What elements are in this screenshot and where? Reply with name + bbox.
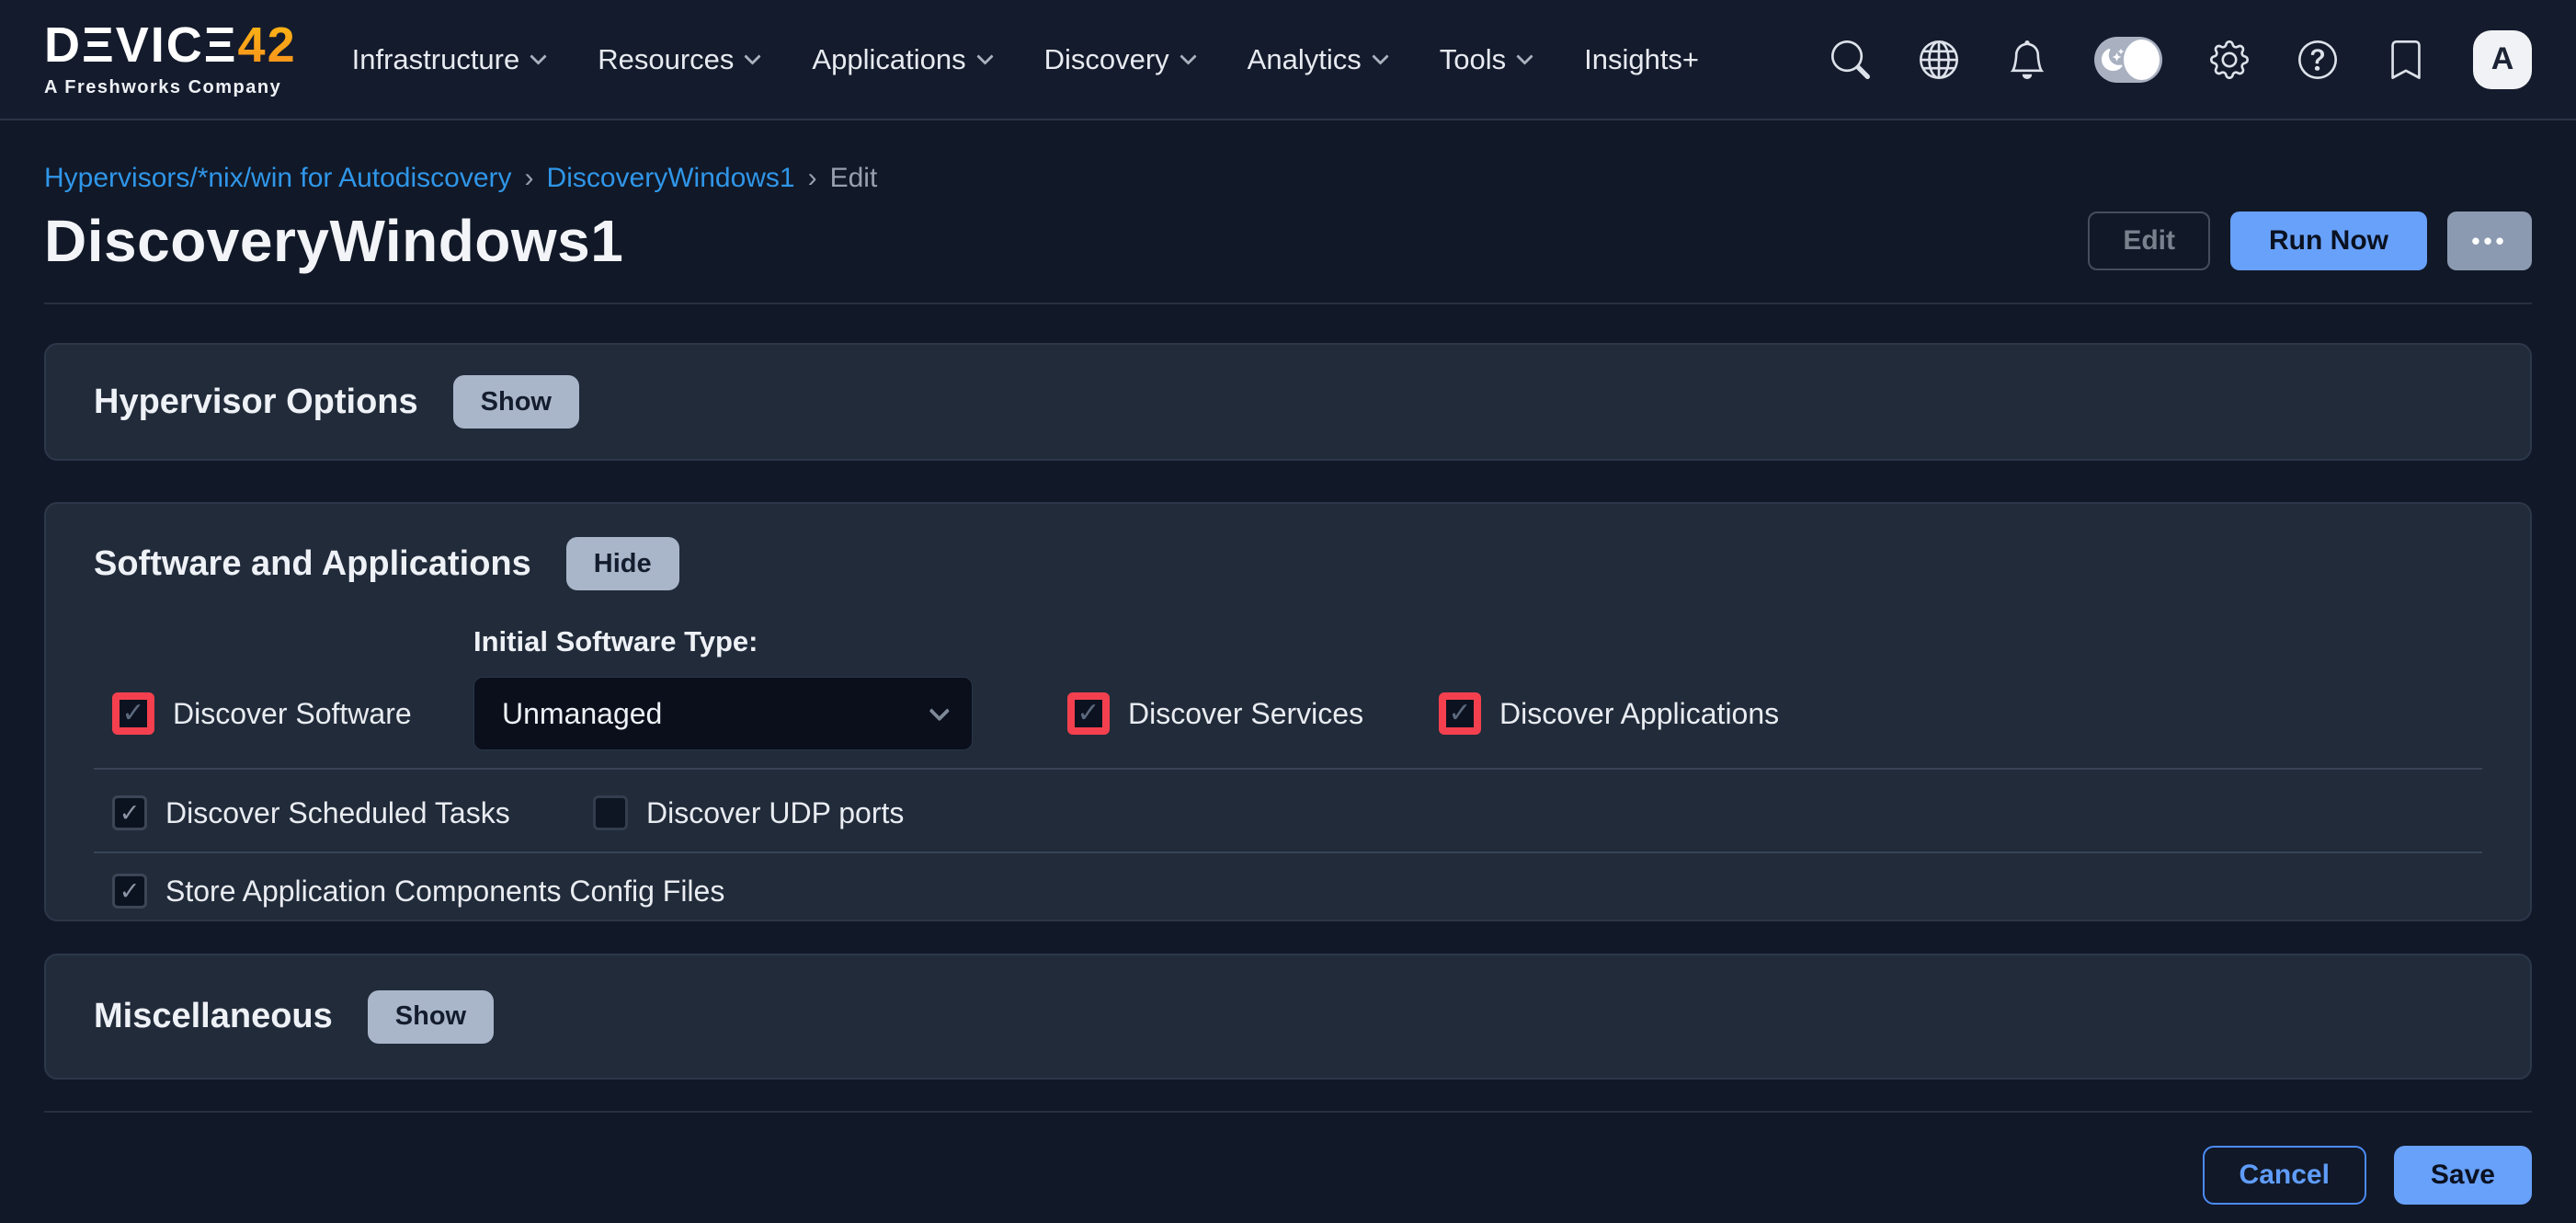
title-divider [44, 303, 2532, 304]
toggle-knob [2124, 40, 2160, 80]
globe-icon[interactable] [1918, 39, 1960, 81]
miscellaneous-header: Miscellaneous Show [94, 990, 494, 1044]
theme-toggle[interactable] [2094, 37, 2162, 83]
discover-scheduled-tasks-label: Discover Scheduled Tasks [165, 796, 510, 830]
discover-scheduled-tasks-checkbox[interactable]: ✓ [112, 795, 147, 830]
moon-stars-icon [2102, 49, 2124, 71]
card-divider [94, 852, 2482, 853]
discover-software-option: ✓ Discover Software [112, 692, 473, 735]
hypervisor-options-header: Hypervisor Options Show [94, 375, 579, 429]
logo-accent-42: 42 [238, 17, 297, 73]
chevron-down-icon [1180, 48, 1196, 64]
logo-wordmark: DΞVICΞ42 [44, 20, 297, 70]
top-navbar: DΞVICΞ42 A Freshworks Company Infrastruc… [0, 0, 2576, 120]
main-nav: Infrastructure Resources Applications Di… [352, 43, 1699, 76]
device42-logo[interactable]: DΞVICΞ42 A Freshworks Company [44, 20, 297, 98]
nav-item-discovery[interactable]: Discovery [1044, 43, 1194, 76]
miscellaneous-show-button[interactable]: Show [368, 990, 494, 1044]
bell-icon[interactable] [2006, 39, 2048, 81]
discover-applications-label: Discover Applications [1499, 697, 1779, 731]
chevron-down-icon [530, 48, 547, 64]
footer-actions: Cancel Save [44, 1146, 2532, 1205]
initial-software-type-label: Initial Software Type: [473, 625, 2482, 658]
check-icon: ✓ [121, 700, 144, 727]
nav-item-analytics[interactable]: Analytics [1248, 43, 1386, 76]
chevron-down-icon [976, 48, 993, 64]
software-applications-hide-button[interactable]: Hide [566, 537, 679, 590]
check-icon: ✓ [1077, 700, 1100, 727]
software-applications-card: Software and Applications Hide Initial S… [44, 502, 2532, 921]
save-button[interactable]: Save [2394, 1146, 2532, 1205]
run-now-button[interactable]: Run Now [2230, 211, 2427, 270]
discover-scheduled-tasks-option: ✓ Discover Scheduled Tasks [112, 795, 593, 830]
discover-services-checkbox[interactable]: ✓ [1067, 692, 1110, 735]
nav-item-infrastructure[interactable]: Infrastructure [352, 43, 545, 76]
check-icon: ✓ [120, 879, 141, 904]
breadcrumb-link-autodiscovery[interactable]: Hypervisors/*nix/win for Autodiscovery [44, 163, 512, 194]
nav-item-tools[interactable]: Tools [1440, 43, 1531, 76]
miscellaneous-title: Miscellaneous [94, 997, 333, 1036]
title-row: DiscoveryWindows1 Edit Run Now ••• [44, 207, 2532, 275]
chevron-down-icon [1516, 48, 1533, 64]
discover-applications-checkbox[interactable]: ✓ [1439, 692, 1481, 735]
breadcrumb-link-discoverywindows1[interactable]: DiscoveryWindows1 [547, 163, 795, 194]
discover-software-checkbox[interactable]: ✓ [112, 692, 154, 735]
hypervisor-options-card: Hypervisor Options Show [44, 343, 2532, 461]
discover-services-option: ✓ Discover Services [1067, 692, 1439, 735]
nav-item-resources[interactable]: Resources [598, 43, 758, 76]
nav-item-applications[interactable]: Applications [812, 43, 990, 76]
bookmark-icon[interactable] [2385, 39, 2427, 81]
cancel-button[interactable]: Cancel [2203, 1146, 2366, 1205]
breadcrumb-separator: › [808, 163, 817, 194]
miscellaneous-card: Miscellaneous Show [44, 954, 2532, 1080]
hypervisor-options-title: Hypervisor Options [94, 383, 418, 422]
footer-divider [44, 1111, 2532, 1113]
software-row-secondary: ✓ Discover Scheduled Tasks Discover UDP … [94, 792, 2482, 834]
discover-udp-ports-label: Discover UDP ports [646, 796, 904, 830]
chevron-down-icon [1372, 48, 1388, 64]
nav-item-insights[interactable]: Insights+ [1584, 43, 1699, 76]
breadcrumb: Hypervisors/*nix/win for Autodiscovery ›… [44, 163, 2532, 194]
store-config-files-checkbox[interactable]: ✓ [112, 874, 147, 909]
help-icon[interactable] [2297, 39, 2339, 81]
check-icon: ✓ [1448, 700, 1471, 727]
selected-software-type: Unmanaged [502, 697, 662, 731]
check-icon: ✓ [120, 801, 141, 826]
breadcrumb-current: Edit [830, 163, 878, 194]
header-icon-group: A [1829, 30, 2532, 89]
page-title: DiscoveryWindows1 [44, 207, 623, 275]
discover-applications-option: ✓ Discover Applications [1439, 692, 1779, 735]
breadcrumb-separator: › [525, 163, 534, 194]
more-options-button[interactable]: ••• [2447, 211, 2532, 270]
user-avatar[interactable]: A [2473, 30, 2532, 89]
gear-icon[interactable] [2208, 39, 2251, 81]
page-actions: Edit Run Now ••• [2088, 211, 2532, 270]
hypervisor-options-show-button[interactable]: Show [453, 375, 579, 429]
search-icon[interactable] [1829, 39, 1872, 81]
chevron-down-icon [929, 701, 951, 722]
discover-software-label: Discover Software [173, 697, 412, 731]
software-applications-header: Software and Applications Hide [94, 504, 2482, 590]
discover-services-label: Discover Services [1128, 697, 1363, 731]
store-config-files-label: Store Application Components Config File… [165, 874, 724, 909]
discover-udp-ports-checkbox[interactable] [593, 795, 628, 830]
initial-software-type-select[interactable]: Unmanaged [473, 677, 973, 750]
logo-tagline: A Freshworks Company [44, 77, 297, 98]
card-divider [94, 768, 2482, 770]
store-config-files-option: ✓ Store Application Components Config Fi… [112, 874, 724, 909]
software-row-main: ✓ Discover Software Unmanaged ✓ Discover… [94, 677, 2482, 750]
chevron-down-icon [745, 48, 761, 64]
discover-udp-ports-option: Discover UDP ports [593, 795, 904, 830]
page-content: Hypervisors/*nix/win for Autodiscovery ›… [0, 163, 2576, 1205]
edit-button[interactable]: Edit [2088, 211, 2210, 270]
software-applications-title: Software and Applications [94, 544, 531, 584]
software-row-config: ✓ Store Application Components Config Fi… [94, 870, 2482, 912]
